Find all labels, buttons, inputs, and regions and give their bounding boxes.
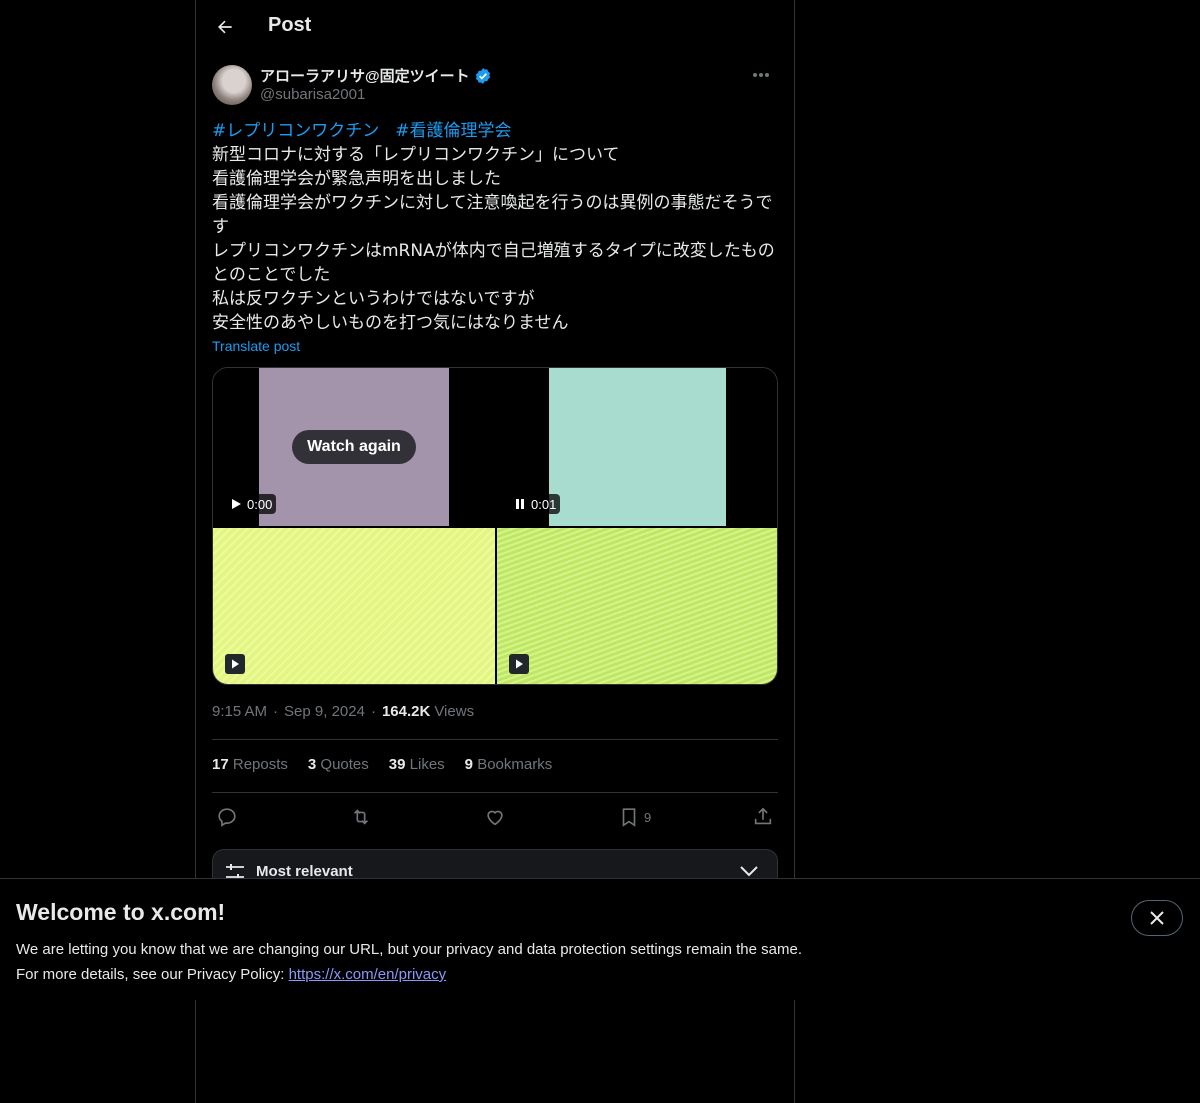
play-icon [516, 659, 523, 669]
close-icon [1150, 911, 1164, 925]
video-player-2[interactable]: 0:01 [497, 368, 777, 526]
hashtag-row: #レプリコンワクチン #看護倫理学会 [212, 119, 778, 143]
post-line: レプリコンワクチンはmRNAが体内で自己増殖するタイプに改変したものとのことでし… [212, 241, 775, 285]
separator-dot: · [273, 703, 279, 720]
chevron-down-icon [740, 866, 758, 877]
likes-stat[interactable]: 39 Likes [389, 756, 445, 773]
bookmarks-count: 9 [464, 756, 474, 773]
quotes-label: Quotes [320, 756, 369, 773]
post-time[interactable]: 9:15 AM [212, 703, 267, 720]
watch-again-button[interactable]: Watch again [292, 430, 416, 464]
views-count: 164.2K [381, 703, 431, 720]
video-time: 0:00 [247, 496, 273, 512]
bookmark-count: 9 [644, 809, 652, 825]
reposts-stat[interactable]: 17 Reposts [212, 756, 288, 773]
banner-title: Welcome to x.com! [16, 899, 226, 925]
banner-line-prefix: For more details, see our Privacy Policy… [16, 966, 289, 983]
url-change-banner: Welcome to x.com! We are letting you kno… [0, 878, 1200, 1000]
video-time: 0:01 [531, 496, 557, 512]
gif-player-1[interactable] [213, 528, 495, 684]
gif-frame [213, 528, 495, 684]
divider [212, 792, 778, 793]
banner-line: For more details, see our Privacy Policy… [16, 962, 802, 987]
gif-player-2[interactable] [497, 528, 777, 684]
heart-icon [487, 810, 503, 826]
arrow-left-icon [218, 20, 232, 34]
action-bar: 9 [212, 803, 778, 831]
likes-count: 39 [388, 756, 406, 773]
reposts-count: 17 [212, 756, 229, 773]
bookmarks-stat[interactable]: 9 Bookmarks [465, 756, 553, 773]
play-icon[interactable] [229, 497, 243, 511]
bookmarks-label: Bookmarks [477, 756, 553, 773]
translate-post-link[interactable]: Translate post [212, 338, 300, 354]
gif-play-button[interactable] [509, 654, 529, 674]
post-line: 安全性のあやしいものを打つ気にはなりません [212, 313, 569, 333]
page-title: Post [268, 14, 312, 36]
more-options-button[interactable] [744, 64, 778, 86]
close-banner-button[interactable] [1131, 900, 1183, 936]
more-horizontal-icon [753, 73, 769, 77]
verified-badge-icon [475, 67, 490, 84]
post-line: 私は反ワクチンというわけではないですが [212, 289, 535, 309]
pause-icon[interactable] [513, 497, 527, 511]
engagement-stats: 17 Reposts 3 Quotes 39 Likes 9 Bookmarks [212, 756, 552, 773]
avatar[interactable] [212, 65, 252, 105]
post-line: 新型コロナに対する「レプリコンワクチン」について [212, 145, 620, 165]
repost-icon [353, 809, 369, 825]
post-header: Post [196, 0, 794, 54]
gif-frame [497, 528, 777, 684]
quotes-stat[interactable]: 3 Quotes [308, 756, 369, 773]
video-player-1[interactable]: Watch again 0:00 [213, 368, 495, 526]
post-line: 看護倫理学会が緊急声明を出しました [212, 169, 501, 189]
media-grid: Watch again 0:00 0:01 [212, 367, 778, 685]
bookmark-icon [622, 808, 636, 827]
author-name[interactable]: アローラアリサ@固定ツイート [260, 65, 492, 86]
quotes-count: 3 [307, 756, 317, 773]
reply-button[interactable] [216, 803, 238, 831]
back-button[interactable] [208, 10, 242, 44]
video-timecode: 0:01 [509, 494, 561, 514]
post-date[interactable]: Sep 9, 2024 [284, 703, 365, 720]
hashtag-link[interactable]: #看護倫理学会 [395, 119, 511, 143]
reposts-label: Reposts [232, 756, 288, 773]
banner-text: We are letting you know that we are chan… [16, 937, 802, 987]
bookmark-button[interactable]: 9 [618, 803, 651, 831]
author-display-name: アローラアリサ@固定ツイート [260, 68, 470, 85]
post-line: 看護倫理学会がワクチンに対して注意喚起を行うのは異例の事態だそうです [212, 193, 773, 237]
like-button[interactable] [484, 803, 506, 831]
share-button[interactable] [752, 803, 774, 831]
author-handle[interactable]: @subarisa2001 [260, 86, 365, 103]
play-icon [232, 659, 239, 669]
reply-icon [218, 808, 236, 827]
share-icon [754, 807, 772, 825]
separator-dot: · [370, 703, 376, 720]
hashtag-link[interactable]: #レプリコンワクチン [212, 119, 379, 143]
likes-label: Likes [409, 756, 445, 773]
privacy-policy-link[interactable]: https://x.com/en/privacy [289, 966, 447, 983]
video-frame [549, 368, 726, 526]
gif-play-button[interactable] [225, 654, 245, 674]
divider [212, 739, 778, 740]
repost-button[interactable] [350, 803, 372, 831]
post-meta: 9:15 AM · Sep 9, 2024 · 164.2K Views [212, 703, 474, 720]
views-label: Views [434, 703, 475, 720]
banner-line: We are letting you know that we are chan… [16, 941, 802, 958]
post-author: アローラアリサ@固定ツイート @subarisa2001 [212, 64, 778, 108]
video-timecode: 0:00 [225, 494, 277, 514]
post-text: #レプリコンワクチン #看護倫理学会 新型コロナに対する「レプリコンワクチン」に… [212, 119, 778, 335]
